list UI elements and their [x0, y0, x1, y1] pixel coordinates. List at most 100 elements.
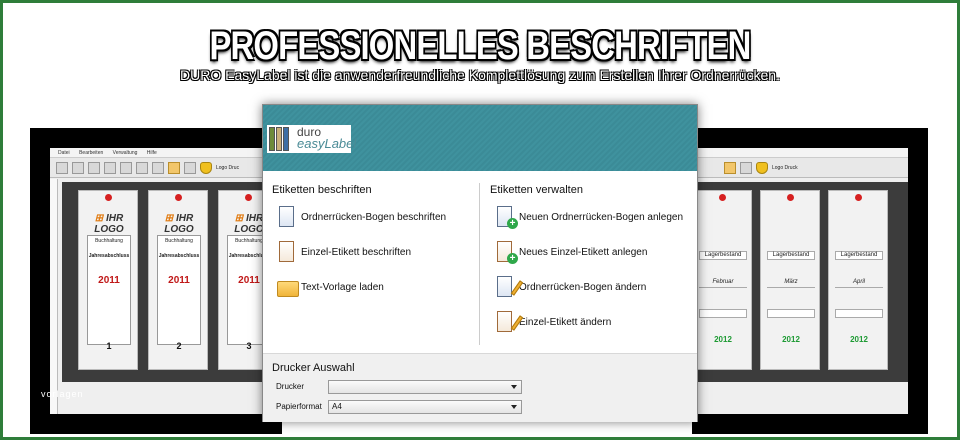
remove-icon[interactable]: [719, 194, 726, 201]
paper-format-select[interactable]: A4: [328, 400, 522, 414]
button-neuen-bogen-anlegen[interactable]: + Neuen Ordnerrücken-Bogen anlegen: [495, 204, 683, 230]
strip-label: Lagerbestand: [699, 251, 747, 260]
strip-year: 2011: [98, 275, 120, 286]
strip-month: Februar: [699, 279, 747, 288]
chevron-down-icon: [511, 385, 517, 389]
single-label-icon: [277, 240, 297, 264]
printer-select[interactable]: [328, 380, 522, 394]
menu-bar: [692, 148, 908, 158]
paste-icon[interactable]: [88, 161, 100, 174]
binder-icon: [269, 127, 289, 151]
item-label: Einzel-Etikett beschriften: [301, 246, 412, 258]
label-strip[interactable]: Lagerbestand April 2012: [828, 190, 888, 370]
button-einzel-etikett-beschriften[interactable]: Einzel-Etikett beschriften: [277, 239, 411, 265]
print-icon[interactable]: [120, 161, 132, 174]
button-text-vorlage-laden[interactable]: Text-Vorlage laden: [277, 274, 384, 300]
strip-year: 2011: [168, 275, 190, 286]
sheet-add-icon: +: [495, 205, 518, 229]
single-label-add-icon: +: [495, 240, 518, 264]
save-icon[interactable]: [184, 161, 196, 174]
strip-category: Buchhaltung: [95, 238, 123, 244]
item-label: Ordnerrücken-Bogen ändern: [519, 281, 647, 293]
folder-icon[interactable]: [724, 161, 736, 174]
toolbar: Logo Druc: [50, 158, 282, 178]
remove-icon[interactable]: [175, 194, 182, 201]
section-divider: [479, 183, 480, 345]
strip-logo: ⊞ IHR LOGO: [164, 213, 194, 235]
sheet-edit-icon: [495, 275, 524, 299]
brand-logo: duro easyLabel: [267, 125, 356, 153]
label-strip[interactable]: ⊞ IHR LOGO Buchhaltung Jahresabschluss 2…: [78, 190, 138, 370]
page-subline: DURO EasyLabel ist die anwenderfreundlic…: [180, 67, 780, 83]
strip-empty-field: [767, 309, 815, 318]
paper-format-value: A4: [332, 402, 342, 411]
menu-verwaltung[interactable]: Verwaltung: [113, 150, 138, 156]
label-canvas: Lagerbestand Februar 2012 Lagerbestand M…: [692, 182, 908, 382]
button-bogen-aendern[interactable]: Ordnerrücken-Bogen ändern: [495, 274, 646, 300]
strip-label: Lagerbestand: [767, 251, 815, 260]
strip-title: Jahresabschluss: [88, 253, 130, 259]
tool-sidebar: [50, 179, 58, 414]
right-section-title: Etiketten verwalten: [490, 184, 583, 196]
printer-section: Drucker Auswahl Drucker Papierformat A4: [263, 353, 697, 422]
background-window-left: Datei Bearbeiten Verwaltung Hilfe Logo D…: [50, 148, 282, 414]
item-label: Ordnerrücken-Bogen beschriften: [301, 211, 447, 223]
copy-icon[interactable]: [72, 161, 84, 174]
strip-year: 2012: [782, 335, 800, 344]
menu-datei[interactable]: Datei: [58, 150, 70, 156]
folder-icon: [277, 275, 299, 299]
logo-print-label[interactable]: Logo Druck: [772, 165, 798, 171]
item-label: Neues Einzel-Etikett anlegen: [519, 246, 648, 258]
strip-logo: ⊞ IHR LOGO: [94, 213, 124, 235]
item-label: Einzel-Etikett ändern: [519, 316, 612, 328]
sheet-icon: [277, 205, 297, 229]
paper-format-label: Papierformat: [276, 402, 322, 411]
button-einzel-etikett-aendern[interactable]: Einzel-Etikett ändern: [495, 309, 611, 335]
remove-icon[interactable]: [105, 194, 112, 201]
folder-icon[interactable]: [168, 161, 180, 174]
vorlagen-caption: vorlagen: [41, 389, 84, 399]
label-canvas: ⊞ IHR LOGO Buchhaltung Jahresabschluss 2…: [62, 182, 282, 382]
strip-month: März: [767, 279, 815, 288]
menu-hilfe[interactable]: Hilfe: [147, 150, 157, 156]
menu-bar: Datei Bearbeiten Verwaltung Hilfe: [50, 148, 282, 158]
strip-label: Lagerbestand: [835, 251, 883, 260]
label-strip[interactable]: Lagerbestand März 2012: [760, 190, 820, 370]
delete-icon[interactable]: [152, 161, 164, 174]
brand-name-bottom: easyLabel: [297, 136, 357, 151]
remove-icon[interactable]: [787, 194, 794, 201]
strip-year: 2012: [714, 335, 732, 344]
item-label: Text-Vorlage laden: [301, 281, 384, 293]
main-dialog: duro easyLabel Etiketten beschriften Eti…: [262, 104, 698, 422]
background-app-right: Logo Druck Lagerbestand Februar 2012 Lag…: [692, 128, 928, 434]
shield-icon[interactable]: [200, 161, 212, 174]
page-headline: PROFESSIONELLES BESCHRIFTEN: [209, 24, 752, 68]
new-icon[interactable]: [56, 161, 68, 174]
remove-icon[interactable]: [855, 194, 862, 201]
button-neues-einzel-etikett-anlegen[interactable]: + Neues Einzel-Etikett anlegen: [495, 239, 647, 265]
single-label-edit-icon: [495, 310, 524, 334]
strip-year: 2012: [850, 335, 868, 344]
label-strip[interactable]: Lagerbestand Februar 2012: [692, 190, 752, 370]
toolbar: Logo Druck: [692, 158, 908, 178]
strip-box: [87, 235, 131, 345]
remove-icon[interactable]: [245, 194, 252, 201]
strip-number: 1: [106, 341, 112, 351]
strip-category: Buchhaltung: [165, 238, 193, 244]
chevron-down-icon: [511, 405, 517, 409]
logo-print-label[interactable]: Logo Druc: [216, 165, 239, 171]
item-label: Neuen Ordnerrücken-Bogen anlegen: [519, 211, 683, 223]
save-icon[interactable]: [740, 161, 752, 174]
shield-icon[interactable]: [756, 161, 768, 174]
dialog-header: duro easyLabel: [263, 105, 697, 171]
label-strip[interactable]: ⊞ IHR LOGO Buchhaltung Jahresabschluss 2…: [148, 190, 208, 370]
preview-icon[interactable]: [104, 161, 116, 174]
layout-icon[interactable]: [136, 161, 148, 174]
strip-empty-field: [699, 309, 747, 318]
button-ordnerruecken-bogen-beschriften[interactable]: Ordnerrücken-Bogen beschriften: [277, 204, 446, 230]
printer-label: Drucker: [276, 382, 305, 391]
strip-month: April: [835, 279, 883, 288]
strip-empty-field: [835, 309, 883, 318]
left-section-title: Etiketten beschriften: [272, 184, 372, 196]
menu-bearbeiten[interactable]: Bearbeiten: [79, 150, 103, 156]
